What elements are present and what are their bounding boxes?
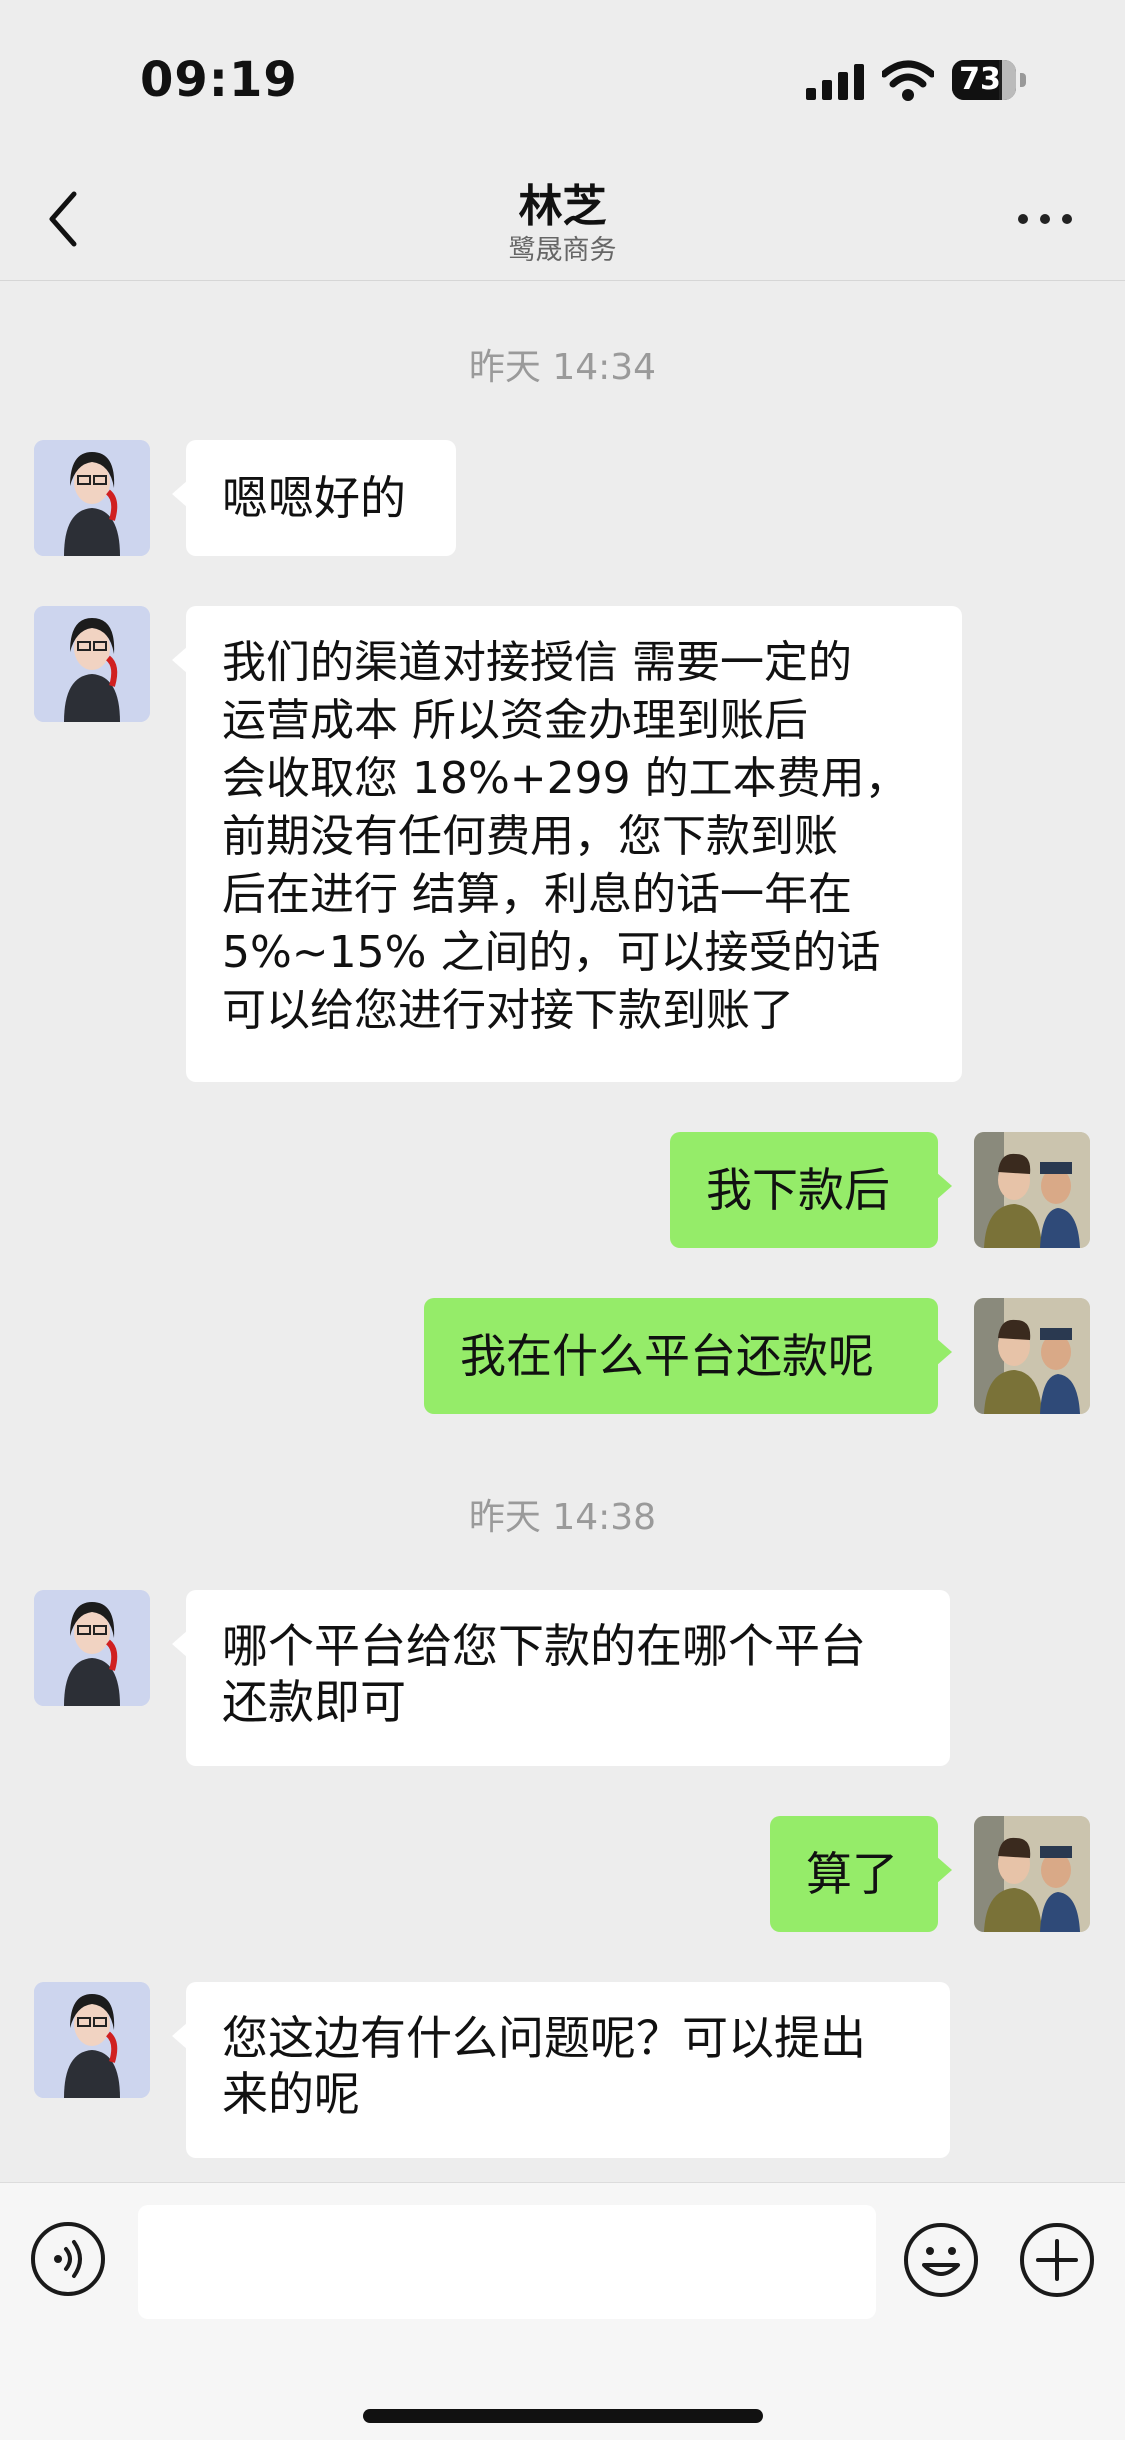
message-line: 运营成本 所以资金办理到账后 <box>222 695 808 746</box>
message-line: 来的呢 <box>222 2067 360 2121</box>
message-line: 可以给您进行对接下款到账了 <box>222 985 794 1036</box>
message-line: 前期没有任何费用，您下款到账 <box>222 811 838 862</box>
message-text: 算了 <box>806 1847 898 1901</box>
message-text: 嗯嗯好的 <box>222 471 406 525</box>
message-bubble-incoming[interactable]: 我们的渠道对接授信 需要一定的 运营成本 所以资金办理到账后 会收取您 18%+… <box>172 606 962 1082</box>
my-avatar[interactable] <box>974 1816 1090 1932</box>
chat-timestamp: 昨天 14:38 <box>468 1497 657 1538</box>
contact-avatar[interactable] <box>34 1590 150 1706</box>
message-text: 我下款后 <box>706 1163 890 1217</box>
wifi-icon <box>882 60 934 101</box>
my-avatar[interactable] <box>974 1132 1090 1248</box>
contact-avatar[interactable] <box>34 440 150 556</box>
contact-name: 林芝 <box>518 181 607 232</box>
battery-icon: 73 <box>952 60 1028 102</box>
message-line: 还款即可 <box>222 1675 406 1729</box>
message-line: 会收取您 18%+299 的工本费用， <box>222 753 909 804</box>
home-indicator[interactable] <box>363 2409 763 2423</box>
contact-company: 鹭晟商务 <box>508 235 617 266</box>
message-line: 我们的渠道对接授信 需要一定的 <box>222 637 852 688</box>
message-input[interactable] <box>138 2205 876 2319</box>
message-line: 5%~15% 之间的，可以接受的话 <box>222 927 881 978</box>
message-line: 您这边有什么问题呢？可以提出 <box>222 2011 866 2065</box>
emoji-icon[interactable] <box>902 2221 980 2299</box>
message-line: 后在进行 结算，利息的话一年在 <box>222 869 852 920</box>
status-time: 09:19 <box>140 52 298 108</box>
chat-header: 林芝 鹭晟商务 <box>0 160 1125 281</box>
plus-icon[interactable] <box>1018 2221 1096 2299</box>
message-bubble-outgoing[interactable]: 我下款后 <box>670 1132 952 1248</box>
message-text: 我在什么平台还款呢 <box>460 1329 874 1383</box>
status-bar: 09:19 73 <box>0 0 1125 160</box>
message-bubble-outgoing[interactable]: 我在什么平台还款呢 <box>424 1298 952 1414</box>
message-bubble-incoming[interactable]: 嗯嗯好的 <box>172 440 456 556</box>
voice-icon[interactable] <box>30 2221 106 2297</box>
chat-timestamp: 昨天 14:34 <box>468 347 657 388</box>
battery-level: 73 <box>959 62 1001 97</box>
contact-avatar[interactable] <box>34 606 150 722</box>
more-dots-icon[interactable] <box>1010 204 1080 234</box>
my-avatar[interactable] <box>974 1298 1090 1414</box>
contact-avatar[interactable] <box>34 1982 150 2098</box>
message-bubble-incoming[interactable]: 哪个平台给您下款的在哪个平台 还款即可 <box>172 1590 950 1766</box>
message-bubble-outgoing[interactable]: 算了 <box>770 1816 952 1932</box>
message-bubble-incoming[interactable]: 您这边有什么问题呢？可以提出 来的呢 <box>172 1982 950 2158</box>
message-line: 哪个平台给您下款的在哪个平台 <box>222 1619 866 1673</box>
chat-input-bar <box>0 2182 1125 2440</box>
cellular-signal-icon <box>806 64 864 100</box>
